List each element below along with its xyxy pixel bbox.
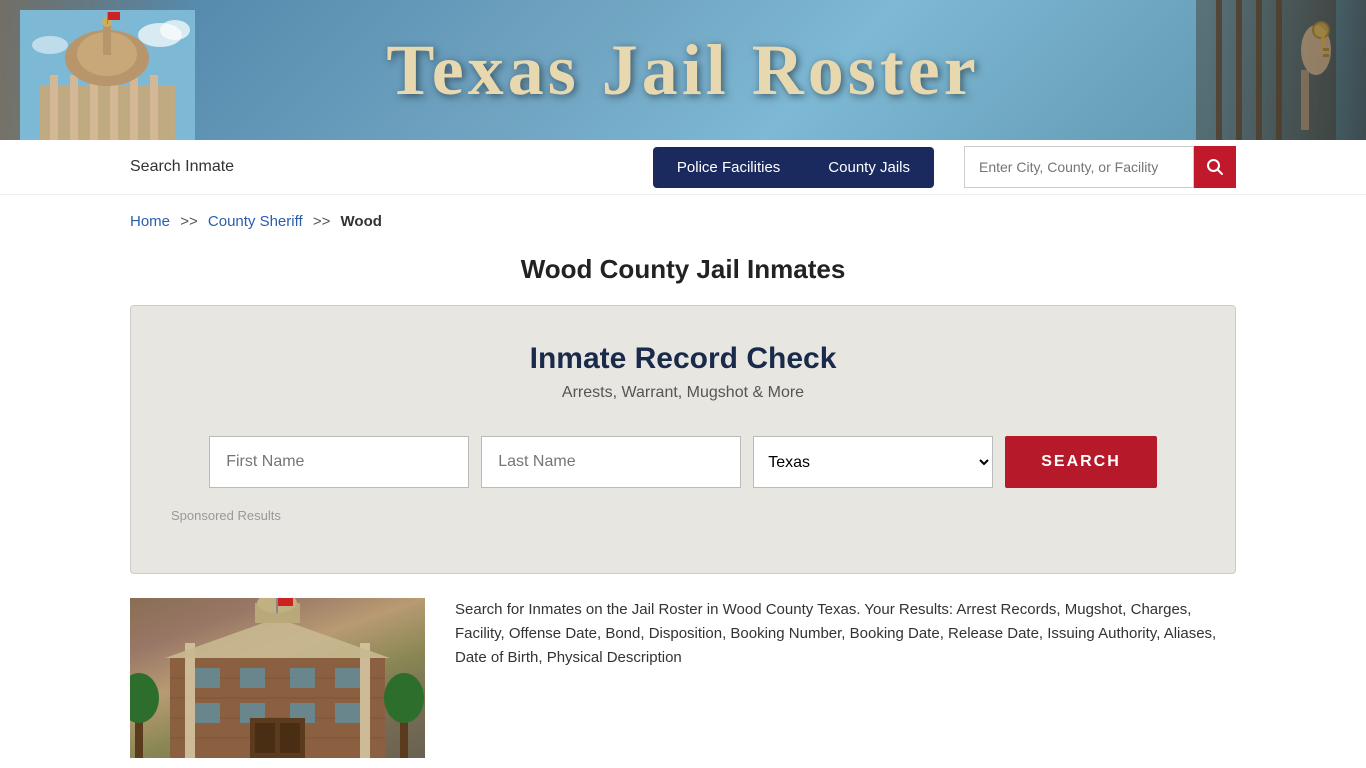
page-title: Wood County Jail Inmates xyxy=(0,240,1366,305)
breadcrumb-sep2: >> xyxy=(313,213,331,230)
search-icon xyxy=(1206,158,1224,176)
bottom-section: Search for Inmates on the Jail Roster in… xyxy=(130,598,1236,758)
description-text: Search for Inmates on the Jail Roster in… xyxy=(455,598,1236,758)
search-inmate-label: Search Inmate xyxy=(130,158,633,176)
courthouse-building-icon xyxy=(130,598,425,758)
breadcrumb-sep1: >> xyxy=(180,213,198,230)
record-check-title: Inmate Record Check xyxy=(171,342,1195,376)
breadcrumb-current: Wood xyxy=(341,213,382,230)
first-name-input[interactable] xyxy=(209,436,469,488)
record-check-section: Inmate Record Check Arrests, Warrant, Mu… xyxy=(130,305,1236,574)
county-jails-button[interactable]: County Jails xyxy=(804,147,934,188)
courthouse-image xyxy=(130,598,425,758)
last-name-input[interactable] xyxy=(481,436,741,488)
state-select[interactable]: AlabamaAlaskaArizonaArkansasCaliforniaCo… xyxy=(753,436,993,488)
facility-search-wrapper xyxy=(964,146,1236,188)
sponsored-label: Sponsored Results xyxy=(171,508,1195,523)
police-facilities-button[interactable]: Police Facilities xyxy=(653,147,804,188)
inmate-search-button[interactable]: SEARCH xyxy=(1005,436,1157,488)
facility-search-button[interactable] xyxy=(1194,146,1236,188)
jail-keys-icon xyxy=(1196,0,1336,140)
search-form: AlabamaAlaskaArizonaArkansasCaliforniaCo… xyxy=(171,436,1195,488)
nav-buttons: Police Facilities County Jails xyxy=(653,147,934,188)
facility-search-input[interactable] xyxy=(964,146,1194,188)
banner-title: Texas Jail Roster xyxy=(386,29,979,112)
breadcrumb-county-sheriff-link[interactable]: County Sheriff xyxy=(208,213,303,230)
capitol-dome-icon xyxy=(20,10,195,140)
nav-bar: Search Inmate Police Facilities County J… xyxy=(0,140,1366,195)
record-check-subtitle: Arrests, Warrant, Mugshot & More xyxy=(171,384,1195,402)
breadcrumb: Home >> County Sheriff >> Wood xyxy=(0,195,1366,240)
header-banner: Texas Jail Roster xyxy=(0,0,1366,140)
breadcrumb-home-link[interactable]: Home xyxy=(130,213,170,230)
